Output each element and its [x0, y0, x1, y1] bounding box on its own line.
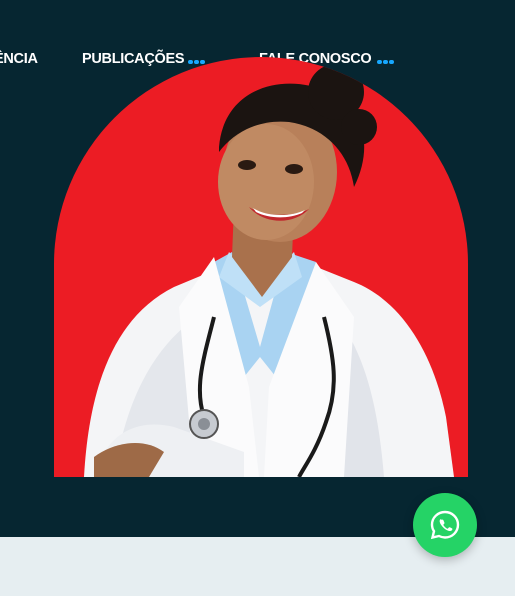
whatsapp-icon	[430, 510, 460, 540]
doctor-portrait	[84, 64, 454, 477]
nav-item-experiencia[interactable]: ÊNCIA	[0, 51, 38, 67]
hero-section: ÊNCIA PUBLICAÇÕES FALE CONOSCO	[0, 0, 515, 537]
nav-item-label: ÊNCIA	[0, 51, 38, 67]
whatsapp-button[interactable]	[413, 493, 477, 557]
hero-red-arch	[54, 57, 468, 477]
